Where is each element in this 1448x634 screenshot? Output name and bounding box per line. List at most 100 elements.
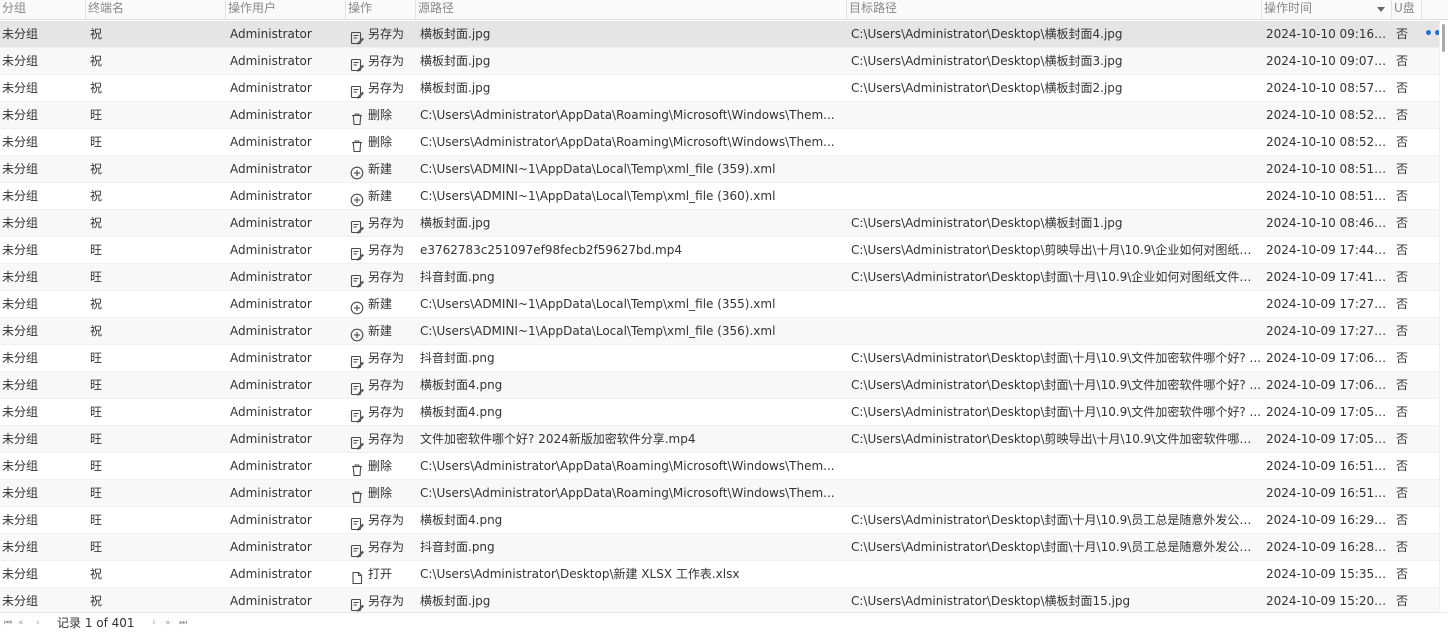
cell-time: 2024-10-09 15:35:48 xyxy=(1266,567,1388,581)
table-row[interactable]: 未分组 旺 Administrator 另存为 文件加密软件哪个好? 2024新版加密软… xyxy=(0,426,1440,453)
record-count-label: 记录 1 of 401 xyxy=(57,616,135,630)
cell-usb: 否 xyxy=(1396,189,1409,203)
table-row[interactable]: 未分组 旺 Administrator 删除 C:\Users\Administrato… xyxy=(0,480,1440,507)
cell-terminal: 祝 xyxy=(90,324,103,338)
table-row[interactable]: 未分组 祝 Administrator 新建 C:\Users\ADMINI~1\App… xyxy=(0,318,1440,345)
table-row[interactable]: 未分组 祝 Administrator 另存为 横板封面.jpg C:\Users\Adm… xyxy=(0,21,1440,48)
vertical-scrollbar[interactable] xyxy=(1439,20,1448,612)
cell-usb: 否 xyxy=(1396,432,1409,446)
cell-user: Administrator xyxy=(230,351,312,365)
column-header-source[interactable]: 源路径 xyxy=(416,0,847,19)
cell-time: 2024-10-09 16:28:36 xyxy=(1266,540,1388,554)
next-page-group-icon[interactable]: » xyxy=(165,613,171,633)
last-page-icon[interactable]: ⏭ xyxy=(179,613,187,633)
cell-operation: 新建 xyxy=(350,156,414,183)
table-row[interactable]: 未分组 旺 Administrator 删除 C:\Users\Administrato… xyxy=(0,102,1440,129)
cell-time: 2024-10-09 17:06:49 xyxy=(1266,351,1388,365)
prev-icon[interactable]: ‹ xyxy=(36,613,40,633)
save-as-icon xyxy=(350,595,365,612)
table-row[interactable]: 未分组 祝 Administrator 打开 C:\Users\Administrato… xyxy=(0,561,1440,588)
scrollbar-thumb[interactable] xyxy=(1442,24,1445,52)
cell-group: 未分组 xyxy=(2,513,39,527)
prev-page-group-icon[interactable]: « xyxy=(18,613,24,633)
table-row[interactable]: 未分组 祝 Administrator 另存为 横板封面.jpg C:\Users\Adm… xyxy=(0,210,1440,237)
plus-circle-icon xyxy=(350,325,364,341)
cell-target-path: C:\Users\Administrator\Desktop\剪映导出\十月\1… xyxy=(851,243,1261,257)
plus-circle-icon xyxy=(350,163,364,179)
operation-label: 另存为 xyxy=(368,54,405,68)
next-icon[interactable]: › xyxy=(152,613,156,633)
table-header: 分组 终端名 操作用户 操作 源路径 目标路径 操作时间 U盘 xyxy=(0,0,1448,20)
cell-usb: 否 xyxy=(1396,486,1409,500)
column-header-group[interactable]: 分组 xyxy=(0,0,86,19)
table-row[interactable]: 未分组 旺 Administrator 另存为 e3762783c251097ef98f… xyxy=(0,237,1440,264)
cell-usb: 否 xyxy=(1396,594,1409,608)
table-row[interactable]: 未分组 祝 Administrator 另存为 横板封面.jpg C:\Users\Adm… xyxy=(0,48,1440,75)
cell-target-path: C:\Users\Administrator\Desktop\封面\十月\10.… xyxy=(851,270,1261,284)
cell-operation: 打开 xyxy=(350,561,414,588)
table-row[interactable]: 未分组 祝 Administrator 新建 C:\Users\ADMINI~1\App… xyxy=(0,291,1440,318)
column-header-user[interactable]: 操作用户 xyxy=(226,0,346,19)
table-row[interactable]: 未分组 旺 Administrator 另存为 抖音封面.png C:\Users\Adm… xyxy=(0,264,1440,291)
table-row[interactable]: 未分组 旺 Administrator 另存为 抖音封面.png C:\Users\Adm… xyxy=(0,345,1440,372)
cell-target-path xyxy=(851,318,1261,345)
first-page-icon[interactable]: ⏮ xyxy=(4,613,12,633)
cell-target-path xyxy=(851,129,1261,156)
cell-usb: 否 xyxy=(1396,108,1409,122)
column-header-target[interactable]: 目标路径 xyxy=(847,0,1262,19)
cell-group: 未分组 xyxy=(2,540,39,554)
cell-usb: 否 xyxy=(1396,405,1409,419)
cell-source-path: e3762783c251097ef98fecb2f59627bd.mp4 xyxy=(420,243,682,257)
cell-group: 未分组 xyxy=(2,486,39,500)
cell-operation: 新建 xyxy=(350,291,414,318)
table-row[interactable]: 未分组 旺 Administrator 删除 C:\Users\Administrato… xyxy=(0,129,1440,156)
cell-operation: 删除 xyxy=(350,102,414,129)
pagination-bar: ⏮ « ‹ 记录 1 of 401 › » ⏭ xyxy=(0,612,1448,634)
trash-icon xyxy=(350,487,364,503)
table-row[interactable]: 未分组 旺 Administrator 另存为 抖音封面.png C:\Users\Adm… xyxy=(0,534,1440,561)
cell-group: 未分组 xyxy=(2,351,39,365)
cell-target-path xyxy=(851,156,1261,183)
column-header-terminal[interactable]: 终端名 xyxy=(86,0,226,19)
operation-label: 另存为 xyxy=(368,351,405,365)
operation-label: 删除 xyxy=(368,108,393,122)
cell-operation: 另存为 xyxy=(350,372,414,399)
cell-user: Administrator xyxy=(230,270,312,284)
operation-label: 删除 xyxy=(368,135,393,149)
sort-desc-icon[interactable] xyxy=(1377,7,1385,12)
table-row[interactable]: 未分组 祝 Administrator 另存为 横板封面.jpg C:\Users\Adm… xyxy=(0,588,1440,615)
table-row[interactable]: 未分组 祝 Administrator 另存为 横板封面.jpg C:\Users\Adm… xyxy=(0,75,1440,102)
save-as-icon xyxy=(350,271,365,288)
cell-operation: 新建 xyxy=(350,318,414,345)
cell-operation: 另存为 xyxy=(350,345,414,372)
cell-operation: 另存为 xyxy=(350,264,414,291)
cell-group: 未分组 xyxy=(2,162,39,176)
cell-time: 2024-10-09 17:05:55 xyxy=(1266,432,1388,446)
save-as-icon xyxy=(350,433,365,450)
operation-label: 另存为 xyxy=(368,27,405,41)
cell-usb: 否 xyxy=(1396,270,1409,284)
table-row[interactable]: 未分组 旺 Administrator 另存为 横板封面4.png C:\Users\Ad… xyxy=(0,399,1440,426)
cell-user: Administrator xyxy=(230,108,312,122)
cell-source-path: 横板封面.jpg xyxy=(420,216,491,230)
table-row[interactable]: 未分组 旺 Administrator 另存为 横板封面4.png C:\Users\Ad… xyxy=(0,372,1440,399)
cell-user: Administrator xyxy=(230,540,312,554)
cell-target-path: C:\Users\Administrator\Desktop\封面\十月\10.… xyxy=(851,513,1261,527)
cell-user: Administrator xyxy=(230,594,312,608)
operation-label: 删除 xyxy=(368,486,393,500)
column-header-operation[interactable]: 操作 xyxy=(346,0,416,19)
cell-time: 2024-10-09 16:51:07 xyxy=(1266,459,1388,473)
cell-group: 未分组 xyxy=(2,216,39,230)
cell-group: 未分组 xyxy=(2,81,39,95)
column-header-usb[interactable]: U盘 xyxy=(1392,0,1422,19)
cell-user: Administrator xyxy=(230,135,312,149)
cell-usb: 否 xyxy=(1396,297,1409,311)
save-as-icon xyxy=(350,28,365,45)
table-row[interactable]: 未分组 祝 Administrator 新建 C:\Users\ADMINI~1\App… xyxy=(0,183,1440,210)
table-row[interactable]: 未分组 旺 Administrator 另存为 横板封面4.png C:\Users\Ad… xyxy=(0,507,1440,534)
column-header-time[interactable]: 操作时间 xyxy=(1262,0,1392,19)
table-row[interactable]: 未分组 祝 Administrator 新建 C:\Users\ADMINI~1\App… xyxy=(0,156,1440,183)
cell-usb: 否 xyxy=(1396,513,1409,527)
table-row[interactable]: 未分组 旺 Administrator 删除 C:\Users\Administrato… xyxy=(0,453,1440,480)
cell-target-path xyxy=(851,183,1261,210)
